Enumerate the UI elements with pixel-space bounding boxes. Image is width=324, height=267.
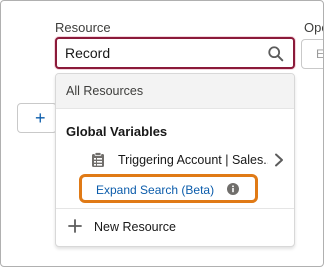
search-icon <box>268 46 284 62</box>
info-icon[interactable] <box>227 183 239 195</box>
expand-search-link[interactable]: Expand Search (Beta) <box>96 183 214 197</box>
list-item-triggering-account[interactable]: Triggering Account | Sales... <box>56 148 294 172</box>
resource-search-field[interactable] <box>55 37 295 69</box>
add-button-label: + <box>35 108 46 128</box>
add-button[interactable]: + <box>17 103 57 133</box>
divider <box>56 208 294 209</box>
all-resources-header[interactable]: All Resources <box>56 74 294 109</box>
resource-label: Resource <box>55 20 111 35</box>
new-resource-button[interactable]: New Resource <box>56 214 294 242</box>
resource-search-input[interactable] <box>65 43 255 63</box>
new-resource-label: New Resource <box>94 220 176 234</box>
list-item-label: Triggering Account | Sales... <box>118 153 268 167</box>
expand-search-highlight: Expand Search (Beta) <box>79 174 258 203</box>
record-icon <box>92 152 104 167</box>
chevron-right-icon[interactable] <box>274 153 284 167</box>
resource-picker-panel: Resource Operator Eq + All Resources Glo… <box>0 0 324 267</box>
all-resources-label: All Resources <box>66 84 144 98</box>
operator-value: Eq <box>316 47 324 61</box>
global-variables-heading: Global Variables <box>66 124 168 139</box>
operator-label: Operator <box>304 20 323 35</box>
resource-dropdown: All Resources Global Variables Triggerin… <box>55 73 295 247</box>
plus-icon <box>68 219 82 233</box>
operator-select[interactable]: Eq <box>301 39 324 69</box>
